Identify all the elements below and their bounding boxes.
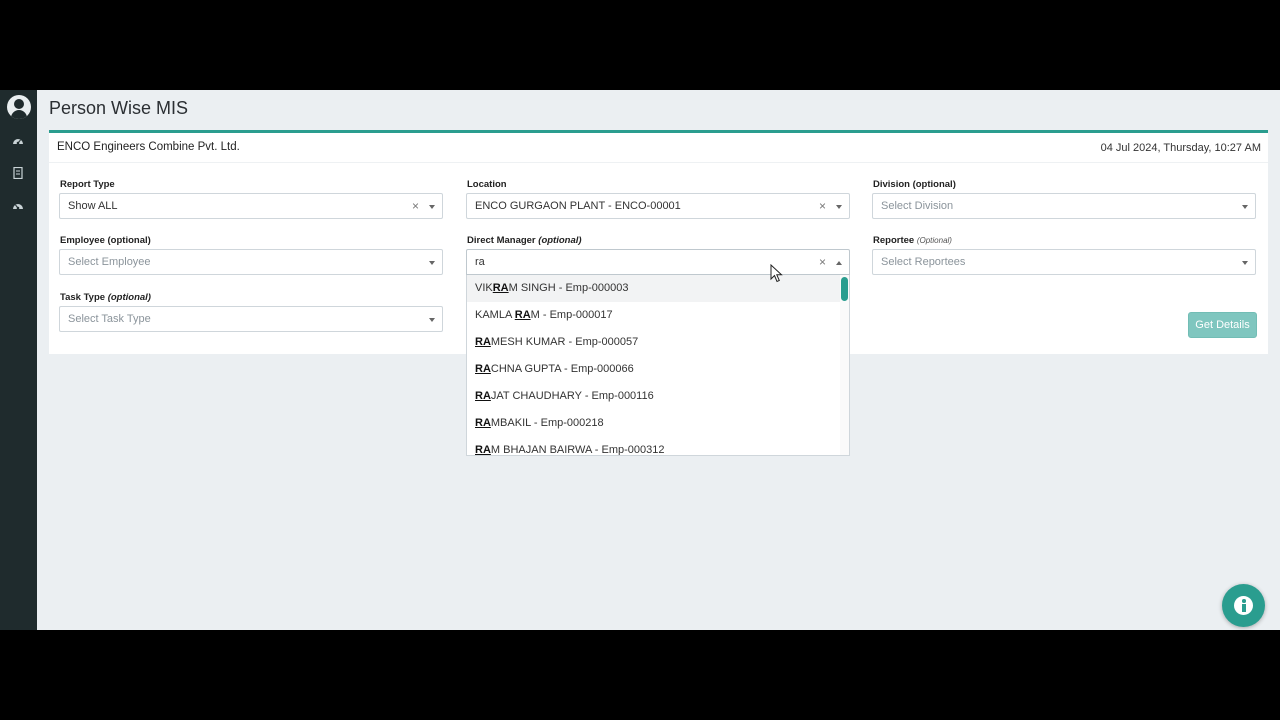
option-text-before: KAMLA	[475, 309, 515, 321]
reportee-label-text: Reportee	[873, 235, 915, 246]
location-value: ENCO GURGAON PLANT - ENCO-00001	[475, 200, 681, 212]
employee-placeholder: Select Employee	[68, 256, 151, 268]
chevron-down-icon[interactable]	[1242, 205, 1248, 209]
option-text-after: MESH KUMAR - Emp-000057	[490, 336, 639, 348]
settings-dashboard-icon[interactable]	[12, 200, 24, 212]
division-label: Division (optional)	[873, 179, 956, 190]
reportee-placeholder: Select Reportees	[881, 256, 966, 268]
dropdown-option[interactable]: RACHNA GUPTA - Emp-000066	[467, 356, 842, 383]
dashboard-icon[interactable]	[12, 135, 24, 147]
user-avatar-icon[interactable]	[7, 95, 31, 119]
direct-manager-dropdown: VIKRAM SINGH - Emp-000003 KAMLA RAM - Emp…	[466, 275, 850, 456]
location-select[interactable]: ENCO GURGAON PLANT - ENCO-00001 ×	[466, 193, 850, 219]
report-type-select[interactable]: Show ALL ×	[59, 193, 443, 219]
report-icon[interactable]	[12, 167, 24, 179]
option-text-after: MBAKIL - Emp-000218	[490, 417, 604, 429]
option-match-highlight: RA	[475, 417, 491, 429]
option-text-after: M SINGH - Emp-000003	[508, 282, 629, 294]
option-match-highlight: RA	[475, 363, 491, 375]
option-text-after: M - Emp-000017	[530, 309, 613, 321]
get-details-button[interactable]: Get Details	[1188, 312, 1257, 338]
division-placeholder: Select Division	[881, 200, 954, 212]
info-icon	[1234, 596, 1253, 615]
scrollbar-thumb[interactable]	[841, 277, 848, 301]
sidebar	[0, 90, 37, 630]
report-type-label: Report Type	[60, 179, 115, 190]
dropdown-option[interactable]: RAMBAKIL - Emp-000218	[467, 410, 842, 437]
task-type-label-optional: (optional)	[107, 292, 151, 303]
reportee-select[interactable]: Select Reportees	[872, 249, 1256, 275]
app-screen: Person Wise MIS ENCO Engineers Combine P…	[0, 90, 1280, 630]
dropdown-option[interactable]: KAMLA RAM - Emp-000017	[467, 302, 842, 329]
location-label: Location	[467, 179, 507, 190]
task-type-label: Task Type (optional)	[60, 292, 151, 303]
chevron-down-icon[interactable]	[429, 205, 435, 209]
option-text-after: CHNA GUPTA - Emp-000066	[490, 363, 634, 375]
option-text-before: VIK	[475, 282, 493, 294]
dropdown-option[interactable]: RAM BHAJAN BAIRWA - Emp-000312	[467, 437, 842, 456]
option-match-highlight: RA	[514, 309, 531, 321]
chevron-down-icon[interactable]	[836, 205, 842, 209]
task-type-select[interactable]: Select Task Type	[59, 306, 443, 332]
direct-manager-label-text: Direct Manager	[467, 235, 536, 246]
info-button[interactable]	[1222, 584, 1265, 627]
chevron-up-icon[interactable]	[836, 261, 842, 265]
reportee-label: Reportee (Optional)	[873, 235, 952, 246]
direct-manager-label: Direct Manager (optional)	[467, 235, 582, 246]
direct-manager-label-optional: (optional)	[538, 235, 582, 246]
direct-manager-clear-icon[interactable]: ×	[819, 255, 826, 269]
dropdown-option[interactable]: RAJAT CHAUDHARY - Emp-000116	[467, 383, 842, 410]
option-match-highlight: RA	[475, 336, 491, 348]
division-select[interactable]: Select Division	[872, 193, 1256, 219]
mouse-cursor-icon	[770, 264, 783, 283]
dropdown-option[interactable]: VIKRAM SINGH - Emp-000003	[467, 275, 842, 302]
company-name: ENCO Engineers Combine Pvt. Ltd.	[57, 141, 240, 153]
employee-select[interactable]: Select Employee	[59, 249, 443, 275]
option-match-highlight: RA	[492, 282, 509, 294]
dropdown-option[interactable]: RAMESH KUMAR - Emp-000057	[467, 329, 842, 356]
option-text-after: JAT CHAUDHARY - Emp-000116	[490, 390, 654, 402]
option-text-after: M BHAJAN BAIRWA - Emp-000312	[490, 444, 665, 456]
chevron-down-icon[interactable]	[429, 318, 435, 322]
page-title: Person Wise MIS	[49, 98, 189, 118]
location-clear-icon[interactable]: ×	[819, 199, 826, 213]
option-match-highlight: RA	[475, 444, 491, 456]
task-type-placeholder: Select Task Type	[68, 313, 151, 325]
chevron-down-icon[interactable]	[1242, 261, 1248, 265]
reportee-label-optional: (Optional)	[916, 236, 952, 245]
report-type-clear-icon[interactable]: ×	[412, 199, 419, 213]
dropdown-scrollbar[interactable]	[840, 275, 849, 455]
current-datetime: 04 Jul 2024, Thursday, 10:27 AM	[1100, 142, 1261, 154]
task-type-label-text: Task Type	[60, 292, 106, 303]
chevron-down-icon[interactable]	[429, 261, 435, 265]
employee-label: Employee (optional)	[60, 235, 151, 246]
report-type-value: Show ALL	[68, 200, 118, 212]
option-match-highlight: RA	[475, 390, 491, 402]
card-header: ENCO Engineers Combine Pvt. Ltd. 04 Jul …	[49, 133, 1268, 163]
direct-manager-search-input[interactable]: ra	[475, 256, 485, 268]
direct-manager-select[interactable]: ra ×	[466, 249, 850, 275]
